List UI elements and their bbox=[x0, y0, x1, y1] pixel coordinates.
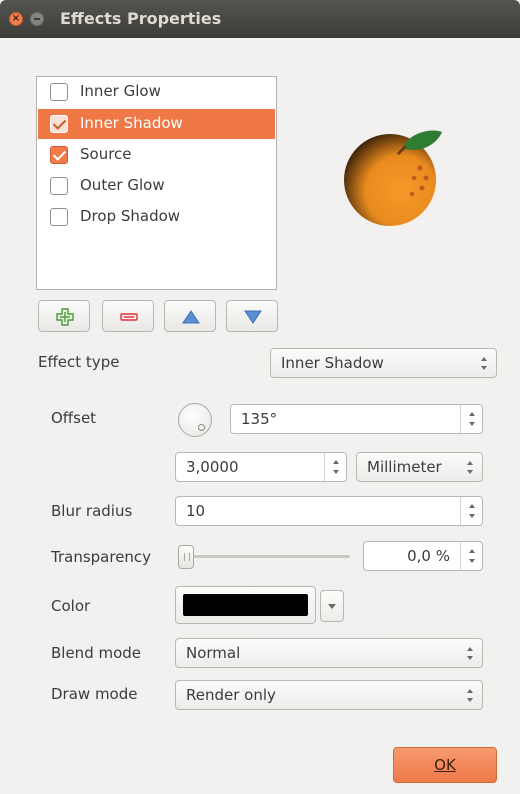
offset-unit-combo[interactable]: Millimeter bbox=[356, 452, 483, 482]
effect-type-value: Inner Shadow bbox=[281, 354, 384, 372]
effect-preview-image bbox=[332, 126, 450, 228]
list-item-label: Drop Shadow bbox=[80, 207, 181, 225]
offset-distance-spin[interactable] bbox=[324, 453, 346, 481]
effects-properties-dialog: × Effects Properties Inner Glow Inner Sh… bbox=[0, 0, 520, 794]
offset-angle-dial[interactable] bbox=[178, 403, 212, 437]
ok-button[interactable]: OK bbox=[393, 747, 497, 783]
close-icon[interactable]: × bbox=[9, 12, 23, 26]
combo-arrows-icon bbox=[466, 647, 474, 661]
list-item-source[interactable]: Source bbox=[38, 140, 275, 170]
list-item-inner-glow[interactable]: Inner Glow bbox=[38, 77, 275, 107]
combo-arrows-icon bbox=[466, 689, 474, 703]
list-item-drop-shadow[interactable]: Drop Shadow bbox=[38, 202, 275, 232]
list-item-outer-glow[interactable]: Outer Glow bbox=[38, 171, 275, 201]
effect-type-label: Effect type bbox=[38, 353, 120, 371]
source-checkbox[interactable] bbox=[50, 146, 68, 164]
transparency-slider-track[interactable] bbox=[188, 555, 350, 558]
color-button[interactable] bbox=[175, 586, 316, 624]
inner-glow-checkbox[interactable] bbox=[50, 83, 68, 101]
offset-angle-input[interactable]: 135° bbox=[230, 404, 483, 434]
draw-mode-combo[interactable]: Render only bbox=[175, 680, 483, 710]
blend-mode-combo[interactable]: Normal bbox=[175, 638, 483, 668]
draw-mode-label: Draw mode bbox=[51, 685, 138, 703]
blur-radius-spin[interactable] bbox=[460, 497, 482, 525]
offset-angle-spin[interactable] bbox=[460, 405, 482, 433]
offset-label: Offset bbox=[51, 409, 97, 427]
minus-icon bbox=[120, 313, 138, 321]
add-effect-button[interactable] bbox=[38, 300, 90, 332]
list-item-label: Outer Glow bbox=[80, 176, 165, 194]
combo-arrows-icon bbox=[480, 357, 488, 371]
transparency-slider-handle[interactable] bbox=[178, 545, 194, 569]
window-title: Effects Properties bbox=[60, 9, 222, 28]
outer-glow-checkbox[interactable] bbox=[50, 177, 68, 195]
arrow-down-icon bbox=[244, 310, 262, 324]
list-item-label: Inner Shadow bbox=[80, 114, 183, 132]
transparency-label: Transparency bbox=[51, 548, 152, 566]
list-item-inner-shadow[interactable]: Inner Shadow bbox=[38, 109, 275, 139]
offset-angle-value: 135° bbox=[241, 410, 278, 428]
color-swatch bbox=[183, 594, 308, 616]
drop-shadow-checkbox[interactable] bbox=[50, 208, 68, 226]
remove-effect-button[interactable] bbox=[102, 300, 154, 332]
blur-radius-value: 10 bbox=[186, 502, 206, 520]
list-item-label: Inner Glow bbox=[80, 82, 161, 100]
offset-unit-value: Millimeter bbox=[367, 458, 442, 476]
transparency-input[interactable]: 0,0 % bbox=[363, 541, 483, 571]
blend-mode-label: Blend mode bbox=[51, 644, 142, 662]
inner-shadow-checkbox[interactable] bbox=[50, 115, 68, 133]
list-item-label: Source bbox=[80, 145, 132, 163]
offset-distance-input[interactable]: 3,0000 bbox=[175, 452, 347, 482]
arrow-up-icon bbox=[182, 310, 200, 324]
ok-button-label: OK bbox=[434, 756, 456, 774]
effects-list[interactable]: Inner Glow Inner Shadow Source Outer Glo… bbox=[36, 76, 277, 290]
plus-icon bbox=[56, 308, 74, 326]
draw-mode-value: Render only bbox=[186, 686, 276, 704]
move-down-button[interactable] bbox=[226, 300, 278, 332]
blur-radius-label: Blur radius bbox=[51, 502, 133, 520]
offset-distance-value: 3,0000 bbox=[186, 458, 239, 476]
blur-radius-input[interactable]: 10 bbox=[175, 496, 483, 526]
color-label: Color bbox=[51, 597, 91, 615]
color-dropdown-button[interactable] bbox=[320, 590, 344, 622]
transparency-spin[interactable] bbox=[460, 542, 482, 570]
transparency-value: 0,0 % bbox=[407, 547, 450, 565]
blend-mode-value: Normal bbox=[186, 644, 241, 662]
minimize-icon[interactable] bbox=[30, 12, 44, 26]
effect-type-combo[interactable]: Inner Shadow bbox=[270, 348, 497, 378]
combo-arrows-icon bbox=[466, 461, 474, 475]
move-up-button[interactable] bbox=[164, 300, 216, 332]
title-bar: × Effects Properties bbox=[0, 0, 520, 38]
